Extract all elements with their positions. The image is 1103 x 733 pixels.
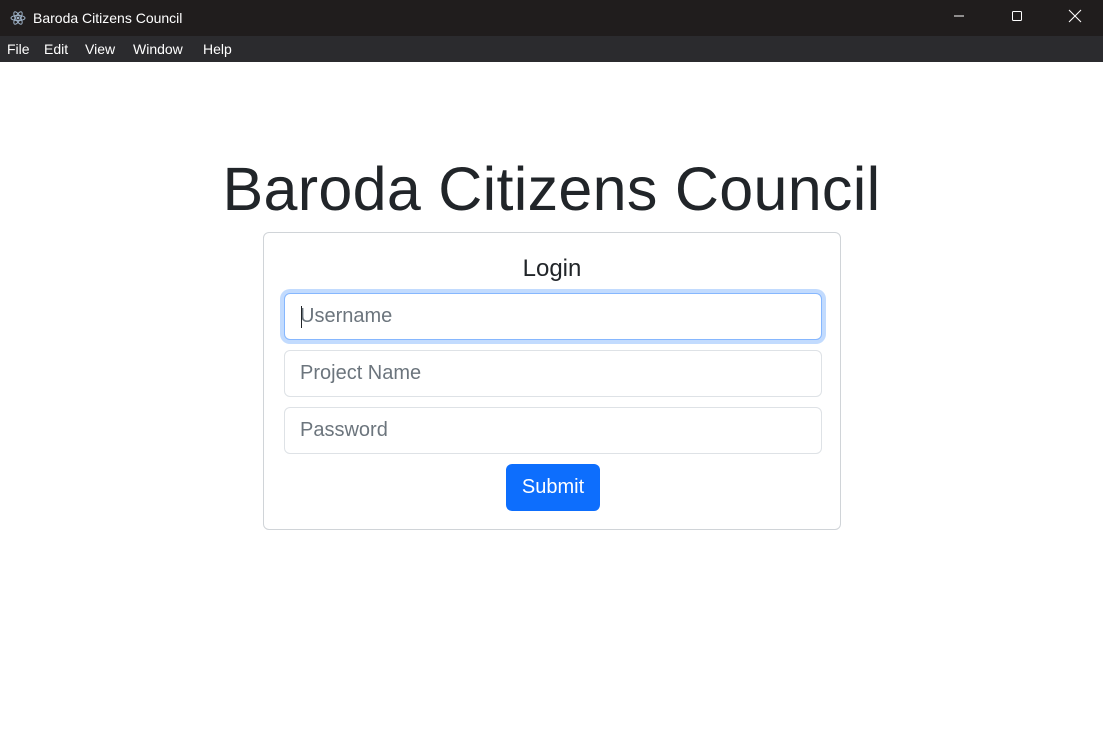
- password-field[interactable]: [284, 407, 822, 454]
- project-name-field[interactable]: [284, 350, 822, 397]
- menu-edit[interactable]: Edit: [44, 41, 68, 57]
- submit-button[interactable]: Submit: [506, 464, 600, 511]
- minimize-icon: [953, 9, 965, 27]
- menu-window[interactable]: Window: [133, 41, 183, 57]
- maximize-button[interactable]: [988, 0, 1046, 36]
- menu-view[interactable]: View: [85, 41, 115, 57]
- minimize-button[interactable]: [930, 0, 988, 36]
- username-field[interactable]: [284, 293, 822, 340]
- window-title: Baroda Citizens Council: [33, 10, 183, 26]
- login-title: Login: [522, 255, 582, 282]
- project-name-input[interactable]: [285, 351, 821, 396]
- page-title: Baroda Citizens Council: [222, 154, 881, 223]
- menu-file[interactable]: File: [7, 41, 30, 57]
- password-input[interactable]: [285, 408, 821, 453]
- login-card: Login Submit: [263, 232, 841, 530]
- close-button[interactable]: [1046, 0, 1103, 36]
- close-icon: [1068, 9, 1082, 28]
- menu-bar: File Edit View Window Help: [0, 36, 1103, 62]
- title-bar: Baroda Citizens Council: [0, 0, 1103, 36]
- menu-help[interactable]: Help: [203, 41, 232, 57]
- text-caret: [301, 306, 302, 328]
- electron-icon: [10, 10, 26, 26]
- maximize-icon: [1011, 9, 1023, 27]
- username-input[interactable]: [285, 294, 821, 339]
